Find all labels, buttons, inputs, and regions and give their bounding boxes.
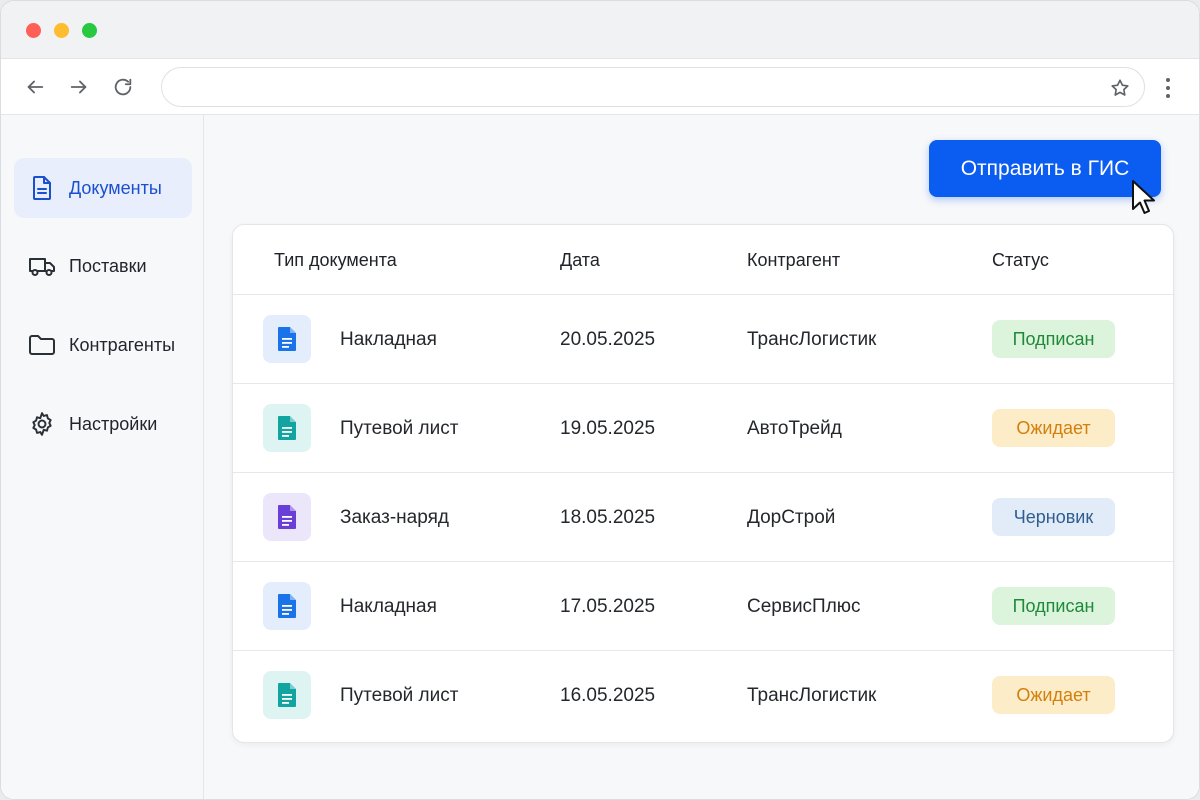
date-cell: 16.05.2025 bbox=[560, 685, 656, 706]
counterparty-cell: ТрансЛогистик bbox=[747, 329, 877, 350]
document-icon bbox=[263, 671, 311, 719]
counterparty-cell: ТрансЛогистик bbox=[747, 685, 877, 706]
status-badge: Ожидает bbox=[992, 409, 1115, 447]
status-badge: Подписан bbox=[992, 587, 1115, 625]
table-row[interactable]: Накладная 17.05.2025 СервисПлюс Подписан bbox=[233, 562, 1173, 651]
folder-icon bbox=[28, 331, 56, 359]
minimize-window-button[interactable] bbox=[54, 23, 69, 38]
sidebar-item-documents[interactable]: Документы bbox=[14, 158, 192, 218]
table-row[interactable]: Заказ-наряд 18.05.2025 ДорСтрой Черновик bbox=[233, 473, 1173, 562]
document-type-cell: Заказ-наряд bbox=[340, 507, 449, 528]
reload-button[interactable] bbox=[109, 73, 137, 101]
arrow-right-icon bbox=[70, 80, 87, 94]
truck-icon bbox=[28, 252, 56, 280]
close-window-button[interactable] bbox=[26, 23, 41, 38]
sidebar: Документы Поставки Контрагенты Настройки bbox=[1, 115, 204, 799]
document-type-cell: Путевой лист bbox=[340, 418, 459, 439]
counterparty-cell: СервисПлюс bbox=[747, 596, 861, 617]
table-row[interactable]: Путевой лист 16.05.2025 ТрансЛогистик Ожида… bbox=[233, 651, 1173, 740]
column-header-date[interactable]: Дата bbox=[560, 250, 600, 271]
document-icon bbox=[263, 493, 311, 541]
forward-button[interactable] bbox=[65, 73, 93, 101]
document-type-cell: Накладная bbox=[340, 329, 437, 350]
sidebar-item-label: Настройки bbox=[69, 413, 158, 434]
date-cell: 17.05.2025 bbox=[560, 596, 656, 617]
mouse-cursor-icon bbox=[1132, 180, 1155, 214]
counterparty-cell: АвтоТрейд bbox=[747, 418, 842, 439]
main-panel: Отправить в ГИС Тип документа Дата Контр… bbox=[205, 115, 1199, 799]
document-type-cell: Путевой лист bbox=[340, 685, 459, 706]
browser-window: Документы Поставки Контрагенты Настройки bbox=[0, 0, 1200, 800]
star-icon bbox=[1111, 79, 1129, 96]
kebab-menu-icon bbox=[1166, 78, 1170, 98]
status-badge: Подписан bbox=[992, 320, 1115, 358]
column-header-status[interactable]: Статус bbox=[992, 250, 1049, 271]
browser-menu-button[interactable] bbox=[1155, 74, 1181, 102]
document-icon bbox=[263, 404, 311, 452]
document-icon bbox=[28, 174, 56, 202]
sidebar-item-label: Поставки bbox=[69, 255, 147, 276]
reload-icon bbox=[114, 78, 132, 96]
document-icon bbox=[263, 315, 311, 363]
app-content: Документы Поставки Контрагенты Настройки bbox=[1, 115, 1199, 799]
address-bar[interactable] bbox=[161, 67, 1145, 107]
date-cell: 19.05.2025 bbox=[560, 418, 656, 439]
date-cell: 20.05.2025 bbox=[560, 329, 656, 350]
documents-table: Тип документа Дата Контрагент Статус Нак… bbox=[232, 224, 1174, 743]
send-to-gis-button[interactable]: Отправить в ГИС bbox=[929, 140, 1161, 197]
sidebar-item-label: Документы bbox=[69, 177, 162, 198]
table-row[interactable]: Путевой лист 19.05.2025 АвтоТрейд Ожидает bbox=[233, 384, 1173, 473]
table-body: Накладная 20.05.2025 ТрансЛогистик Подписан… bbox=[233, 295, 1173, 740]
column-header-counterparty[interactable]: Контрагент bbox=[747, 250, 840, 271]
sidebar-item-deliveries[interactable]: Поставки bbox=[14, 236, 192, 296]
table-header: Тип документа Дата Контрагент Статус bbox=[233, 225, 1173, 295]
arrow-left-icon bbox=[27, 80, 44, 94]
status-badge: Ожидает bbox=[992, 676, 1115, 714]
browser-toolbar bbox=[1, 59, 1199, 115]
bookmark-button[interactable] bbox=[1106, 74, 1134, 102]
back-button[interactable] bbox=[21, 73, 49, 101]
status-badge: Черновик bbox=[992, 498, 1115, 536]
maximize-window-button[interactable] bbox=[82, 23, 97, 38]
document-icon bbox=[263, 582, 311, 630]
sidebar-item-settings[interactable]: Настройки bbox=[14, 394, 192, 454]
document-type-cell: Накладная bbox=[340, 596, 437, 617]
column-header-type[interactable]: Тип документа bbox=[274, 250, 397, 271]
gear-icon bbox=[28, 410, 56, 438]
title-bar bbox=[1, 1, 1199, 59]
counterparty-cell: ДорСтрой bbox=[747, 507, 836, 528]
date-cell: 18.05.2025 bbox=[560, 507, 656, 528]
sidebar-item-label: Контрагенты bbox=[69, 334, 176, 355]
sidebar-item-counterparties[interactable]: Контрагенты bbox=[14, 315, 192, 375]
table-row[interactable]: Накладная 20.05.2025 ТрансЛогистик Подписан bbox=[233, 295, 1173, 384]
